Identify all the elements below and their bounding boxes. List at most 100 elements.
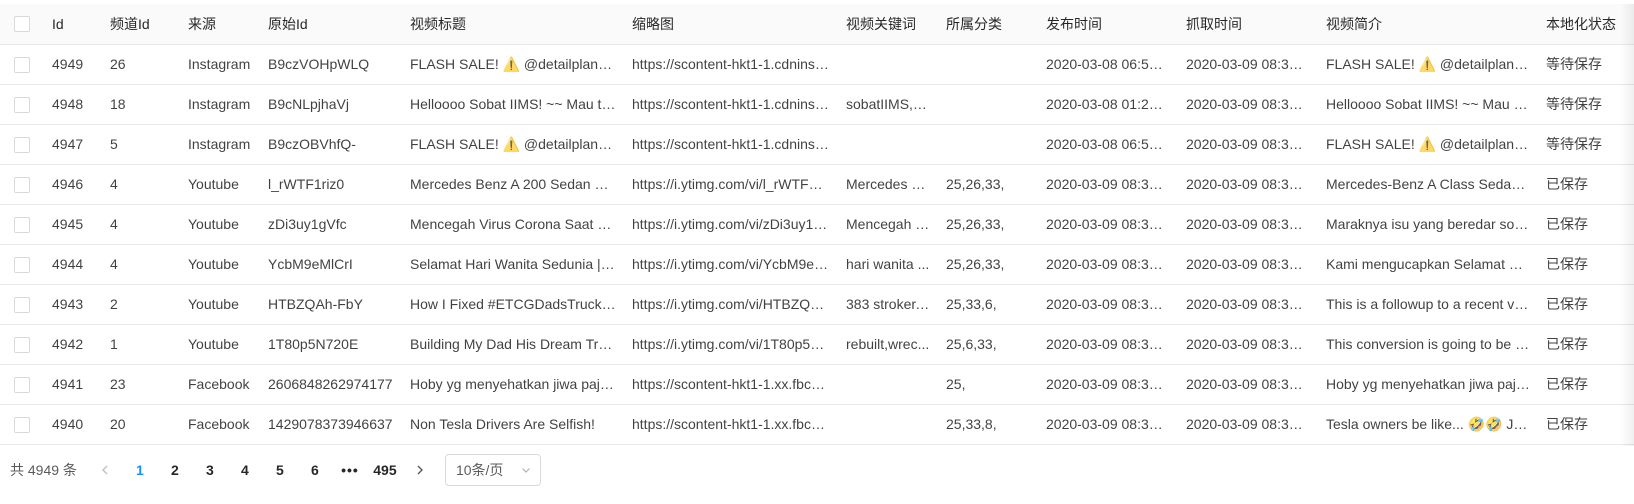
table-cell: 25,26,33, <box>938 244 1038 285</box>
checkbox-box[interactable] <box>14 136 30 153</box>
table-cell: 4 <box>102 164 180 205</box>
table-cell: 26 <box>102 44 180 85</box>
table-row[interactable]: 4940 20 Facebook 1429078373946637 Non Tesla … <box>0 404 1634 445</box>
table-cell <box>838 364 938 405</box>
table-row[interactable]: 4949 26 Instagram B9czVOHpWLQ FLASH SALE! ⚠️… <box>0 44 1634 85</box>
checkbox-box[interactable] <box>14 336 30 353</box>
checkbox-box[interactable] <box>14 376 30 393</box>
table-cell: 25,33,6, <box>938 284 1038 325</box>
checkbox-box[interactable] <box>14 416 30 433</box>
table-cell: 2020-03-09 08:36:28 <box>1178 44 1318 85</box>
column-header: 来源 <box>180 4 260 45</box>
table-cell: https://scontent-hkt1-1.xx.fbcdn.n... <box>624 364 838 405</box>
checkbox-box[interactable] <box>14 56 30 73</box>
table-row[interactable]: 4947 5 Instagram B9czOBVhfQ- FLASH SALE! ⚠️ … <box>0 124 1634 165</box>
table-row[interactable]: 4945 4 Youtube zDi3uy1gVfc Mencegah Virus Co… <box>0 204 1634 245</box>
table-cell: 2020-03-09 08:36:17 <box>1178 284 1318 325</box>
table-cell <box>938 44 1038 85</box>
table-row[interactable]: 4942 1 Youtube 1T80p5N720E Building My Dad H… <box>0 324 1634 365</box>
table-cell: Facebook <box>180 364 260 405</box>
table-cell: 2020-03-09 08:34:37 <box>1178 364 1318 405</box>
page-size-select[interactable]: 10条/页 <box>444 454 541 486</box>
table-cell: 23 <box>102 364 180 405</box>
table-cell: 2020-03-09 08:38:11 <box>1038 324 1178 365</box>
table-cell: 等待保存 <box>1538 44 1634 85</box>
table-cell: 1429078373946637 <box>260 404 402 445</box>
table-cell: Non Tesla Drivers Are Selfish! <box>402 404 624 445</box>
row-checkbox[interactable] <box>0 364 44 405</box>
checkbox-box[interactable] <box>14 296 30 313</box>
page-5[interactable]: 5 <box>264 454 296 486</box>
table-cell: Tesla owners be like... 🤣🤣 JP S... <box>1318 404 1538 445</box>
column-header: 原始Id <box>260 4 402 45</box>
table-cell: rebuilt,wrec... <box>838 324 938 365</box>
table-row[interactable]: 4944 4 Youtube YcbM9eMlCrI Selamat Hari Wani… <box>0 244 1634 285</box>
table-cell: 4941 <box>44 364 102 405</box>
table-cell: Hoby yg menyehatkan jiwa pajero ... <box>402 364 624 405</box>
table-cell: 25, <box>938 364 1038 405</box>
checkbox-box[interactable] <box>14 176 30 193</box>
row-checkbox[interactable] <box>0 404 44 445</box>
row-checkbox[interactable] <box>0 324 44 365</box>
table-row[interactable]: 4946 4 Youtube l_rWTF1riz0 Mercedes Benz A 2… <box>0 164 1634 205</box>
table-cell: B9cNLpjhaVj <box>260 84 402 125</box>
table-cell: Kami mengucapkan Selamat Hari ... <box>1318 244 1538 285</box>
column-header: 发布时间 <box>1038 4 1178 45</box>
table-cell: 4947 <box>44 124 102 165</box>
prev-page-button[interactable] <box>89 454 121 486</box>
page-6[interactable]: 6 <box>299 454 331 486</box>
table-cell: 2020-03-09 08:36:18 <box>1178 204 1318 245</box>
row-checkbox[interactable] <box>0 84 44 125</box>
select-all-checkbox[interactable] <box>0 4 44 45</box>
page-4[interactable]: 4 <box>229 454 261 486</box>
row-checkbox[interactable] <box>0 204 44 245</box>
checkbox-box[interactable] <box>14 96 30 113</box>
page-3[interactable]: 3 <box>194 454 226 486</box>
table-cell: https://scontent-hkt1-1.xx.fbcdn.n... <box>624 404 838 445</box>
table-cell: FLASH SALE! ⚠️ @detailplanet is ... <box>402 44 624 85</box>
column-header: 视频标题 <box>402 4 624 45</box>
next-page-button[interactable] <box>404 454 436 486</box>
row-checkbox[interactable] <box>0 244 44 285</box>
checkbox-box[interactable] <box>14 16 30 33</box>
checkbox-box[interactable] <box>14 216 30 233</box>
table-cell: 4949 <box>44 44 102 85</box>
row-checkbox[interactable] <box>0 124 44 165</box>
table-cell: Helloooo Sobat IIMS! ~~ Mau tau ... <box>1318 84 1538 125</box>
table-cell: B9czOBVhfQ- <box>260 124 402 165</box>
table-cell: 2020-03-09 08:38:27 <box>1038 244 1178 285</box>
table-header-row: Id 频道Id 来源 原始Id 视频标题 缩略图 视频关键词 所属分类 发布时间 抓取时间 视频简介… <box>0 4 1634 45</box>
table-cell: 4946 <box>44 164 102 205</box>
page-size-value: 10条/页 <box>455 462 504 478</box>
row-checkbox[interactable] <box>0 284 44 325</box>
table-cell: Mercedes Benz A 200 Sedan Prog... <box>402 164 624 205</box>
table-cell: https://i.ytimg.com/vi/HTBZQAh-F... <box>624 284 838 325</box>
chevron-down-icon <box>522 468 530 473</box>
page-last[interactable]: 495 <box>369 454 401 486</box>
table-cell: l_rWTF1riz0 <box>260 164 402 205</box>
row-checkbox[interactable] <box>0 164 44 205</box>
table-row[interactable]: 4943 2 Youtube HTBZQAh-FbY How I Fixed #ETCG… <box>0 284 1634 325</box>
table-cell: 已保存 <box>1538 244 1634 285</box>
row-checkbox[interactable] <box>0 44 44 85</box>
table-cell: 已保存 <box>1538 364 1634 405</box>
page-1[interactable]: 1 <box>124 454 156 486</box>
checkbox-box[interactable] <box>14 256 30 273</box>
table-row[interactable]: 4948 18 Instagram B9cNLpjhaVj Helloooo Sobat… <box>0 84 1634 125</box>
table-cell: 2020-03-09 08:36:16 <box>1178 324 1318 365</box>
table-cell: FLASH SALE! ⚠️ @detailplanet is ... <box>1318 124 1538 165</box>
table-cell: sobatIIMS,II... <box>838 84 938 125</box>
table-cell: 25,33,8, <box>938 404 1038 445</box>
table-cell: 383 stroker,... <box>838 284 938 325</box>
table-body: 4949 26 Instagram B9czVOHpWLQ FLASH SALE! ⚠️… <box>0 44 1634 445</box>
table-cell: 4948 <box>44 84 102 125</box>
page-ellipsis[interactable]: ••• <box>334 454 366 486</box>
table-cell: 25,26,33, <box>938 204 1038 245</box>
page-2[interactable]: 2 <box>159 454 191 486</box>
table-cell: FLASH SALE! ⚠️ @detailplanet is ... <box>402 124 624 165</box>
table-cell: Youtube <box>180 204 260 245</box>
table-cell: Youtube <box>180 324 260 365</box>
table-cell: Mencegah Virus Corona Saat Berk... <box>402 204 624 245</box>
table-cell: 2020-03-09 08:36:23 <box>1178 124 1318 165</box>
table-row[interactable]: 4941 23 Facebook 2606848262974177 Hoby yg me… <box>0 364 1634 405</box>
